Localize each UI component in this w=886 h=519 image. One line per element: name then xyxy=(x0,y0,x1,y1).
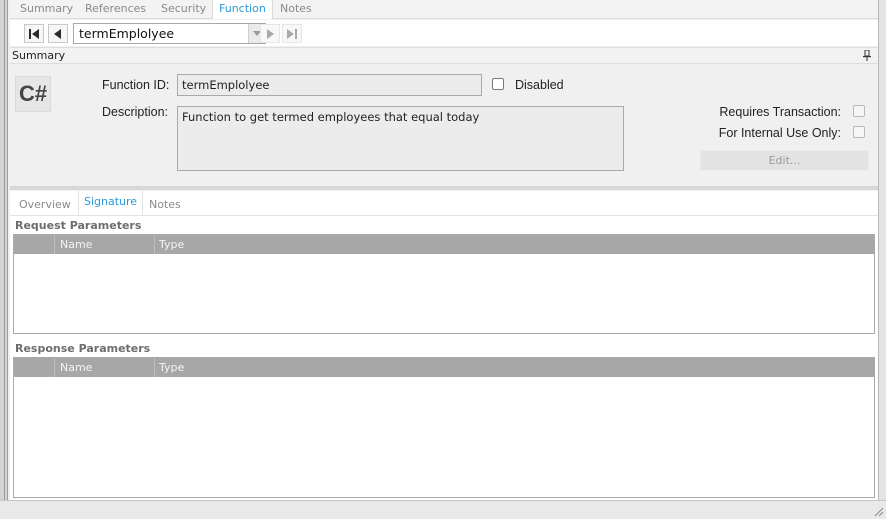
disabled-label: Disabled xyxy=(515,78,564,92)
previous-record-button[interactable] xyxy=(48,24,68,43)
edit-button[interactable]: Edit... xyxy=(700,150,869,171)
description-label: Description: xyxy=(102,105,168,119)
window-right-border xyxy=(878,0,886,519)
tab-security[interactable]: Security xyxy=(155,0,212,18)
request-parameters-title: Request Parameters xyxy=(15,219,142,232)
request-parameters-grid[interactable]: Name Type xyxy=(13,234,875,334)
last-record-button[interactable] xyxy=(282,24,302,43)
sub-tab-bar: Overview Signature Notes xyxy=(10,191,878,216)
previous-icon xyxy=(54,28,61,39)
section-divider xyxy=(10,186,878,190)
csharp-language-icon: C# xyxy=(15,76,51,112)
response-grid-header: Name Type xyxy=(14,358,874,377)
disabled-checkbox[interactable] xyxy=(492,78,504,90)
column-separator xyxy=(154,358,155,377)
summary-section-title: Summary xyxy=(12,49,66,62)
next-record-button[interactable] xyxy=(260,24,280,43)
summary-section-header: Summary xyxy=(10,47,878,64)
next-icon xyxy=(267,28,274,39)
response-column-type[interactable]: Type xyxy=(159,358,184,377)
tab-notes-sub[interactable]: Notes xyxy=(145,197,185,213)
tab-notes[interactable]: Notes xyxy=(274,0,318,18)
skip-last-icon xyxy=(287,28,297,39)
tab-function[interactable]: Function xyxy=(212,0,273,19)
tab-references[interactable]: References xyxy=(79,0,152,18)
requires-transaction-checkbox[interactable] xyxy=(853,105,865,117)
column-separator xyxy=(54,235,55,254)
internal-use-label: For Internal Use Only: xyxy=(718,126,841,140)
record-navigator: termEmplolyee xyxy=(10,20,878,46)
internal-use-checkbox[interactable] xyxy=(853,126,865,138)
column-separator xyxy=(54,358,55,377)
record-select-value: termEmplolyee xyxy=(79,26,175,41)
top-tab-bar: Summary References Security Function Not… xyxy=(10,0,878,19)
resize-grip-icon[interactable] xyxy=(872,505,884,517)
summary-panel: C# Function ID: termEmplolyee Disabled D… xyxy=(10,65,878,186)
function-id-label: Function ID: xyxy=(102,78,170,92)
column-separator xyxy=(154,235,155,254)
tab-signature[interactable]: Signature xyxy=(77,191,144,216)
request-grid-header: Name Type xyxy=(14,235,874,254)
tab-summary[interactable]: Summary xyxy=(14,0,79,18)
response-column-name[interactable]: Name xyxy=(60,358,92,377)
request-column-type[interactable]: Type xyxy=(159,235,184,254)
tab-overview[interactable]: Overview xyxy=(15,197,75,213)
window-left-border xyxy=(0,0,8,519)
description-field[interactable]: Function to get termed employees that eq… xyxy=(177,106,624,171)
response-parameters-title: Response Parameters xyxy=(15,342,151,355)
function-id-field[interactable]: termEmplolyee xyxy=(177,74,482,96)
first-record-button[interactable] xyxy=(24,24,44,43)
pin-icon[interactable] xyxy=(862,50,872,61)
signature-panel: Request Parameters Name Type Response Pa… xyxy=(10,216,878,500)
response-parameters-grid[interactable]: Name Type xyxy=(13,357,875,498)
request-column-name[interactable]: Name xyxy=(60,235,92,254)
skip-first-icon xyxy=(29,28,39,39)
record-select[interactable]: termEmplolyee xyxy=(73,23,266,44)
requires-transaction-label: Requires Transaction: xyxy=(719,105,841,119)
status-bar xyxy=(0,500,886,519)
